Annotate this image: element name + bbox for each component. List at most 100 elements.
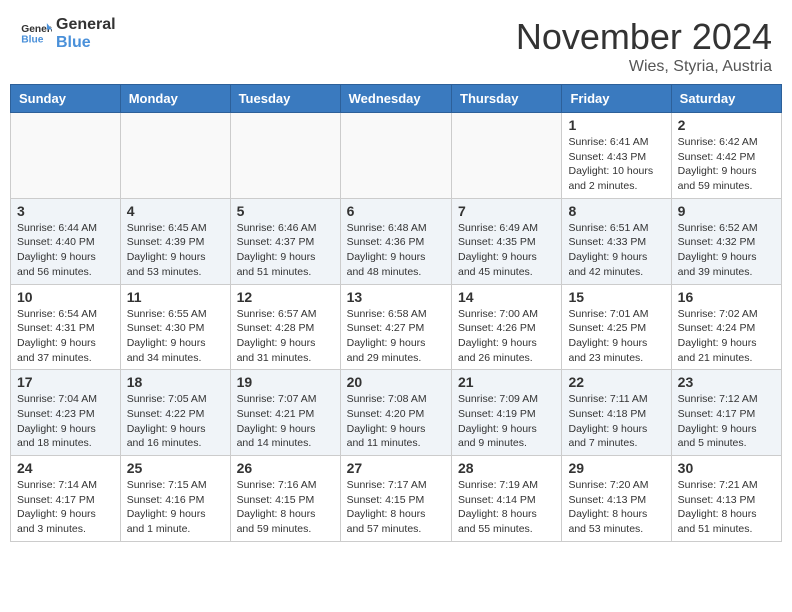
logo: General Blue General Blue <box>20 16 116 53</box>
day-number: 8 <box>568 203 664 219</box>
day-info: Sunrise: 6:41 AMSunset: 4:43 PMDaylight:… <box>568 135 664 194</box>
table-row: 20 Sunrise: 7:08 AMSunset: 4:20 PMDaylig… <box>340 370 451 456</box>
table-row: 29 Sunrise: 7:20 AMSunset: 4:13 PMDaylig… <box>562 456 671 542</box>
table-row: 21 Sunrise: 7:09 AMSunset: 4:19 PMDaylig… <box>452 370 562 456</box>
calendar-header-row: Sunday Monday Tuesday Wednesday Thursday… <box>11 85 782 113</box>
table-row: 28 Sunrise: 7:19 AMSunset: 4:14 PMDaylig… <box>452 456 562 542</box>
day-number: 12 <box>237 289 334 305</box>
logo-icon: General Blue <box>20 18 52 50</box>
day-number: 26 <box>237 460 334 476</box>
calendar-week-2: 3 Sunrise: 6:44 AMSunset: 4:40 PMDayligh… <box>11 198 782 284</box>
day-info: Sunrise: 7:16 AMSunset: 4:15 PMDaylight:… <box>237 478 334 537</box>
day-info: Sunrise: 6:46 AMSunset: 4:37 PMDaylight:… <box>237 221 334 280</box>
table-row: 9 Sunrise: 6:52 AMSunset: 4:32 PMDayligh… <box>671 198 781 284</box>
table-row: 8 Sunrise: 6:51 AMSunset: 4:33 PMDayligh… <box>562 198 671 284</box>
table-row <box>230 113 340 199</box>
day-info: Sunrise: 6:42 AMSunset: 4:42 PMDaylight:… <box>678 135 775 194</box>
calendar-week-4: 17 Sunrise: 7:04 AMSunset: 4:23 PMDaylig… <box>11 370 782 456</box>
day-number: 11 <box>127 289 224 305</box>
table-row: 14 Sunrise: 7:00 AMSunset: 4:26 PMDaylig… <box>452 284 562 370</box>
table-row: 15 Sunrise: 7:01 AMSunset: 4:25 PMDaylig… <box>562 284 671 370</box>
table-row: 16 Sunrise: 7:02 AMSunset: 4:24 PMDaylig… <box>671 284 781 370</box>
day-info: Sunrise: 7:05 AMSunset: 4:22 PMDaylight:… <box>127 392 224 451</box>
table-row: 4 Sunrise: 6:45 AMSunset: 4:39 PMDayligh… <box>120 198 230 284</box>
calendar-week-3: 10 Sunrise: 6:54 AMSunset: 4:31 PMDaylig… <box>11 284 782 370</box>
day-info: Sunrise: 7:12 AMSunset: 4:17 PMDaylight:… <box>678 392 775 451</box>
table-row: 18 Sunrise: 7:05 AMSunset: 4:22 PMDaylig… <box>120 370 230 456</box>
logo-blue: Blue <box>56 34 116 52</box>
day-number: 4 <box>127 203 224 219</box>
day-info: Sunrise: 7:15 AMSunset: 4:16 PMDaylight:… <box>127 478 224 537</box>
day-number: 27 <box>347 460 445 476</box>
day-number: 15 <box>568 289 664 305</box>
header-saturday: Saturday <box>671 85 781 113</box>
calendar-week-1: 1 Sunrise: 6:41 AMSunset: 4:43 PMDayligh… <box>11 113 782 199</box>
day-number: 23 <box>678 374 775 390</box>
day-info: Sunrise: 7:20 AMSunset: 4:13 PMDaylight:… <box>568 478 664 537</box>
day-number: 13 <box>347 289 445 305</box>
day-number: 22 <box>568 374 664 390</box>
day-number: 14 <box>458 289 555 305</box>
day-info: Sunrise: 7:02 AMSunset: 4:24 PMDaylight:… <box>678 307 775 366</box>
table-row: 23 Sunrise: 7:12 AMSunset: 4:17 PMDaylig… <box>671 370 781 456</box>
table-row: 17 Sunrise: 7:04 AMSunset: 4:23 PMDaylig… <box>11 370 121 456</box>
table-row: 30 Sunrise: 7:21 AMSunset: 4:13 PMDaylig… <box>671 456 781 542</box>
day-info: Sunrise: 7:04 AMSunset: 4:23 PMDaylight:… <box>17 392 114 451</box>
table-row: 13 Sunrise: 6:58 AMSunset: 4:27 PMDaylig… <box>340 284 451 370</box>
table-row <box>340 113 451 199</box>
day-info: Sunrise: 6:57 AMSunset: 4:28 PMDaylight:… <box>237 307 334 366</box>
day-number: 18 <box>127 374 224 390</box>
day-number: 21 <box>458 374 555 390</box>
title-area: November 2024 Wies, Styria, Austria <box>516 16 772 76</box>
table-row: 2 Sunrise: 6:42 AMSunset: 4:42 PMDayligh… <box>671 113 781 199</box>
day-info: Sunrise: 7:11 AMSunset: 4:18 PMDaylight:… <box>568 392 664 451</box>
month-title: November 2024 <box>516 16 772 58</box>
day-number: 7 <box>458 203 555 219</box>
day-number: 30 <box>678 460 775 476</box>
day-number: 9 <box>678 203 775 219</box>
day-info: Sunrise: 6:48 AMSunset: 4:36 PMDaylight:… <box>347 221 445 280</box>
day-number: 2 <box>678 117 775 133</box>
header-monday: Monday <box>120 85 230 113</box>
calendar-table: Sunday Monday Tuesday Wednesday Thursday… <box>10 84 782 542</box>
day-number: 10 <box>17 289 114 305</box>
day-info: Sunrise: 7:19 AMSunset: 4:14 PMDaylight:… <box>458 478 555 537</box>
day-number: 29 <box>568 460 664 476</box>
day-info: Sunrise: 6:45 AMSunset: 4:39 PMDaylight:… <box>127 221 224 280</box>
day-info: Sunrise: 7:09 AMSunset: 4:19 PMDaylight:… <box>458 392 555 451</box>
table-row <box>452 113 562 199</box>
table-row <box>11 113 121 199</box>
table-row <box>120 113 230 199</box>
day-info: Sunrise: 6:44 AMSunset: 4:40 PMDaylight:… <box>17 221 114 280</box>
logo-general: General <box>56 16 116 34</box>
header-wednesday: Wednesday <box>340 85 451 113</box>
day-number: 19 <box>237 374 334 390</box>
table-row: 22 Sunrise: 7:11 AMSunset: 4:18 PMDaylig… <box>562 370 671 456</box>
day-number: 25 <box>127 460 224 476</box>
day-info: Sunrise: 7:08 AMSunset: 4:20 PMDaylight:… <box>347 392 445 451</box>
day-number: 1 <box>568 117 664 133</box>
day-number: 6 <box>347 203 445 219</box>
day-number: 24 <box>17 460 114 476</box>
table-row: 3 Sunrise: 6:44 AMSunset: 4:40 PMDayligh… <box>11 198 121 284</box>
table-row: 6 Sunrise: 6:48 AMSunset: 4:36 PMDayligh… <box>340 198 451 284</box>
day-info: Sunrise: 7:14 AMSunset: 4:17 PMDaylight:… <box>17 478 114 537</box>
table-row: 7 Sunrise: 6:49 AMSunset: 4:35 PMDayligh… <box>452 198 562 284</box>
page-header: General Blue General Blue November 2024 … <box>0 0 792 84</box>
day-info: Sunrise: 6:55 AMSunset: 4:30 PMDaylight:… <box>127 307 224 366</box>
day-info: Sunrise: 6:52 AMSunset: 4:32 PMDaylight:… <box>678 221 775 280</box>
location: Wies, Styria, Austria <box>516 58 772 76</box>
day-info: Sunrise: 7:17 AMSunset: 4:15 PMDaylight:… <box>347 478 445 537</box>
day-info: Sunrise: 6:58 AMSunset: 4:27 PMDaylight:… <box>347 307 445 366</box>
table-row: 11 Sunrise: 6:55 AMSunset: 4:30 PMDaylig… <box>120 284 230 370</box>
table-row: 12 Sunrise: 6:57 AMSunset: 4:28 PMDaylig… <box>230 284 340 370</box>
table-row: 26 Sunrise: 7:16 AMSunset: 4:15 PMDaylig… <box>230 456 340 542</box>
day-number: 16 <box>678 289 775 305</box>
day-info: Sunrise: 7:21 AMSunset: 4:13 PMDaylight:… <box>678 478 775 537</box>
header-friday: Friday <box>562 85 671 113</box>
table-row: 5 Sunrise: 6:46 AMSunset: 4:37 PMDayligh… <box>230 198 340 284</box>
svg-text:Blue: Blue <box>21 35 43 46</box>
day-number: 3 <box>17 203 114 219</box>
table-row: 10 Sunrise: 6:54 AMSunset: 4:31 PMDaylig… <box>11 284 121 370</box>
day-info: Sunrise: 7:07 AMSunset: 4:21 PMDaylight:… <box>237 392 334 451</box>
